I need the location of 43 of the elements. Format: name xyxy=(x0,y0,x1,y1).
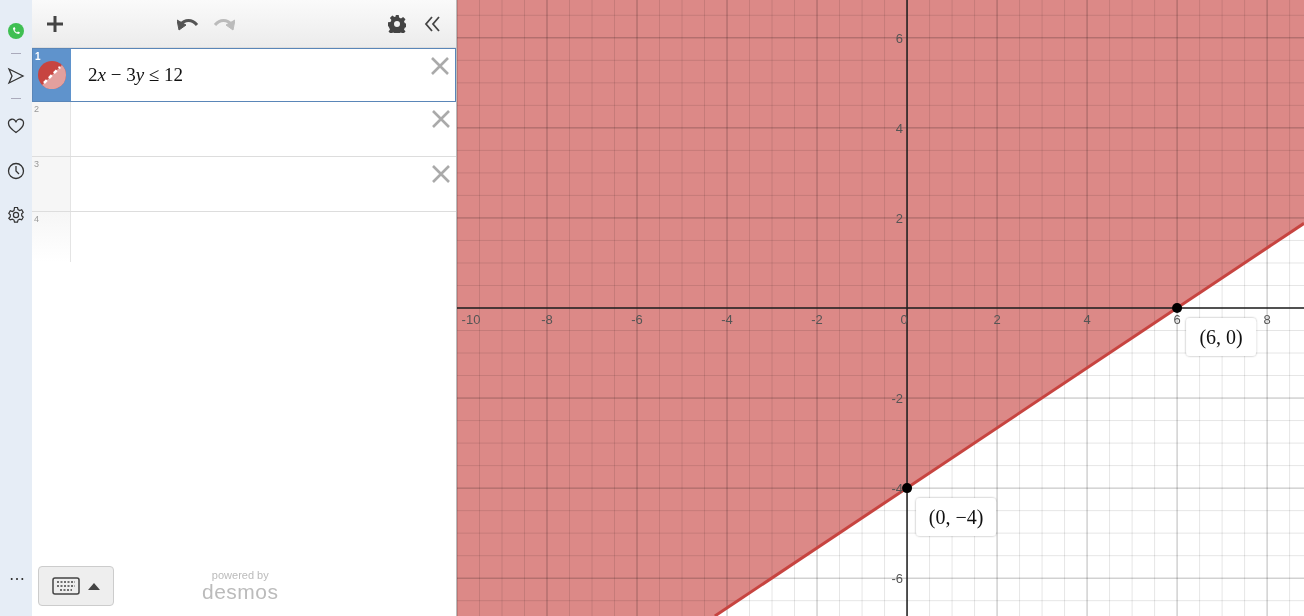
keyboard-button[interactable] xyxy=(38,566,114,606)
axis-tick-label: 2 xyxy=(895,210,904,226)
point-label: (0, −4) xyxy=(928,506,984,529)
collapse-icon[interactable] xyxy=(424,14,442,33)
expression-row[interactable]: 1 2x − 3y ≤ 12 xyxy=(32,48,456,102)
add-icon[interactable] xyxy=(46,14,64,33)
axis-tick-label: 8 xyxy=(1263,312,1271,327)
powered-by-text: powered by xyxy=(211,570,269,581)
axis-tick-label: 4 xyxy=(1083,312,1091,327)
heart-icon[interactable] xyxy=(7,118,25,134)
axis-tick-label: -2 xyxy=(891,391,904,407)
settings-icon[interactable] xyxy=(7,206,25,224)
axis-tick-label: -6 xyxy=(631,312,643,327)
settings-icon[interactable] xyxy=(388,14,406,33)
clock-icon[interactable] xyxy=(7,162,25,180)
axis-tick-label: 2 xyxy=(993,312,1001,327)
axis-tick-label: 6 xyxy=(1173,312,1181,327)
line-number: 4 xyxy=(34,214,39,224)
axis-tick-label: 4 xyxy=(895,120,904,136)
axis-tick-label: -2 xyxy=(811,312,823,327)
point-marker[interactable] xyxy=(902,483,913,494)
axis-tick-label: 6 xyxy=(895,30,904,46)
undo-icon[interactable] xyxy=(177,16,199,31)
more-button[interactable]: ⋯ xyxy=(8,569,24,588)
axis-tick-label: -8 xyxy=(541,312,553,327)
expression-text: 2x − 3y ≤ 12 xyxy=(87,64,184,86)
expression-row[interactable]: 2 xyxy=(32,102,456,157)
line-number: 3 xyxy=(34,159,39,169)
send-icon[interactable] xyxy=(7,67,25,85)
label-background xyxy=(1186,318,1257,356)
brand-logo: desmos xyxy=(202,581,279,602)
point-label: (6, 0) xyxy=(1199,326,1243,348)
axis-tick-label: -10 xyxy=(461,312,481,327)
axis-tick-label: -4 xyxy=(891,481,904,497)
keyboard-icon xyxy=(52,577,80,595)
line-number: 2 xyxy=(34,104,39,114)
point-marker[interactable] xyxy=(1172,303,1183,313)
expression-row[interactable]: 4 xyxy=(32,212,456,262)
axis-tick-label: -6 xyxy=(891,571,904,587)
line-number: 1 xyxy=(35,51,41,62)
expression-row[interactable]: 3 xyxy=(32,157,456,212)
caret-icon xyxy=(88,582,100,590)
axis-tick-label: -4 xyxy=(721,312,733,327)
